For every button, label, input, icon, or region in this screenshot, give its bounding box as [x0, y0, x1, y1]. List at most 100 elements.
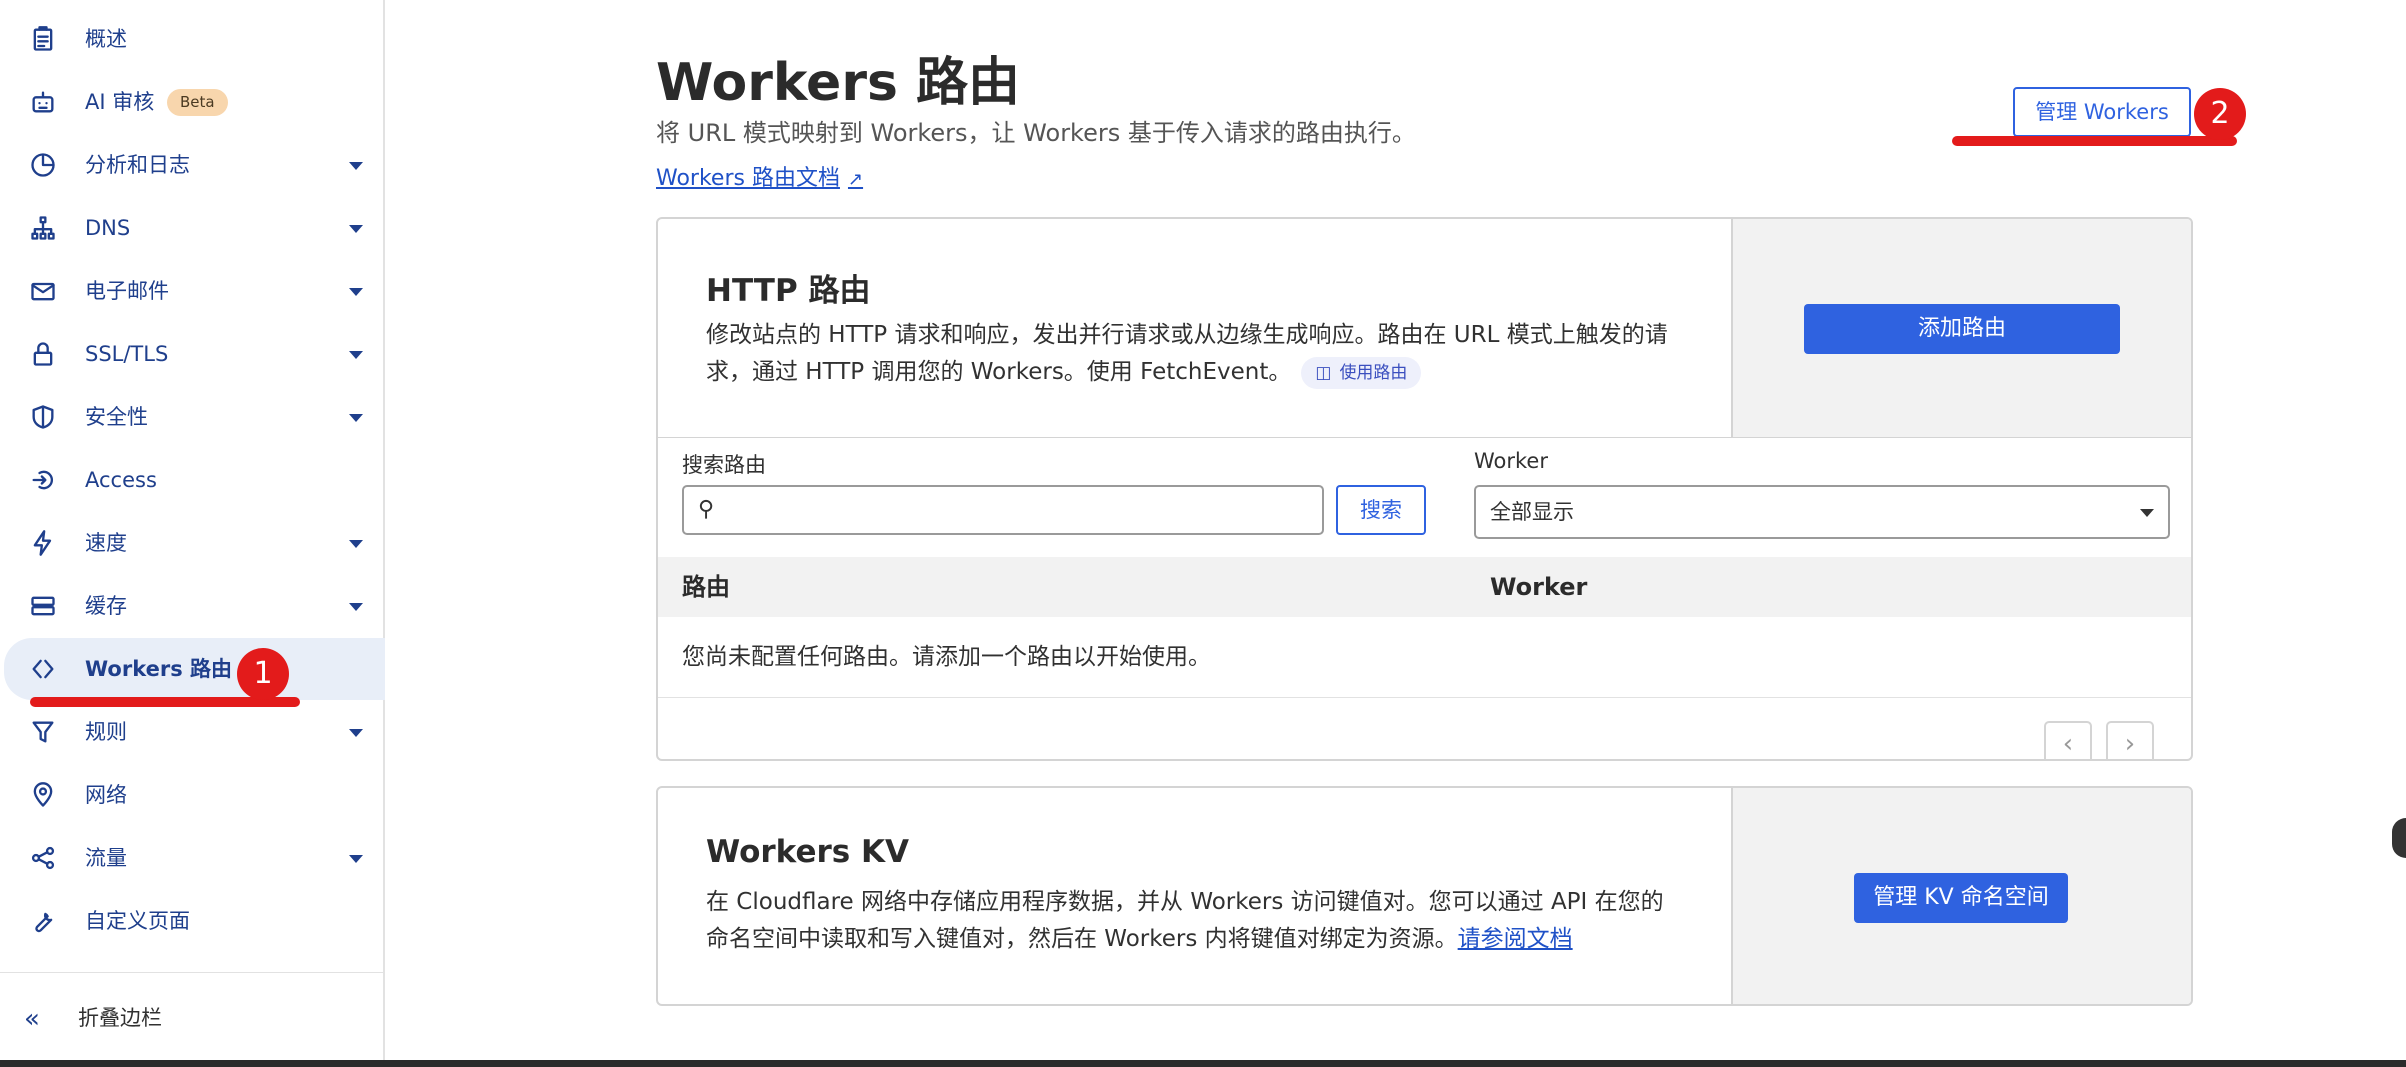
http-routes-action-panel: 添加路由	[1731, 219, 2191, 437]
external-link-icon: ↗	[847, 169, 864, 190]
table-divider	[658, 697, 2191, 698]
workers-kv-title: Workers KV	[706, 834, 910, 870]
sidebar-item-access[interactable]: Access	[0, 449, 385, 511]
add-route-button[interactable]: 添加路由	[1804, 304, 2120, 354]
http-routes-description: 修改站点的 HTTP 请求和响应，发出并行请求或从边缘生成响应。路由在 URL …	[706, 317, 1686, 391]
manage-workers-button[interactable]: 管理 Workers	[2013, 87, 2191, 137]
sidebar-item-label: DNS	[85, 216, 131, 240]
empty-routes-message: 您尚未配置任何路由。请添加一个路由以开始使用。	[682, 644, 1211, 670]
sidebar-item-overview[interactable]: 概述	[0, 8, 385, 70]
sidebar-item-ssl-tls[interactable]: SSL/TLS	[0, 323, 385, 385]
annotation-badge-1: 1	[237, 648, 289, 700]
see-docs-link[interactable]: 请参阅文档	[1458, 926, 1573, 952]
sidebar-item-email[interactable]: 电子邮件	[0, 260, 385, 322]
chevron-down-icon	[349, 225, 363, 233]
workers-kv-description: 在 Cloudflare 网络中存储应用程序数据，并从 Workers 访问键值…	[706, 884, 1686, 958]
routes-table-header: 路由 Worker	[658, 557, 2191, 617]
chevron-down-icon	[349, 414, 363, 422]
book-icon: ◫	[1315, 362, 1332, 383]
double-chevron-left-icon: «	[24, 1004, 40, 1034]
sidebar-item-network[interactable]: 网络	[0, 764, 385, 826]
sidebar-item-label: AI 审核	[85, 90, 155, 114]
pie-chart-icon	[28, 150, 58, 180]
lock-icon	[28, 339, 58, 369]
search-routes-label: 搜索路由	[682, 453, 766, 477]
sidebar: 概述 AI 审核 Beta 分析和日志 DNS 电子邮件 SSL/TLS 安全性…	[0, 0, 385, 1067]
chevron-down-icon	[2140, 509, 2154, 517]
sidebar-item-security[interactable]: 安全性	[0, 386, 385, 448]
page-description: 将 URL 模式映射到 Workers，让 Workers 基于传入请求的路由执…	[656, 119, 1416, 147]
sidebar-item-traffic[interactable]: 流量	[0, 827, 385, 889]
sidebar-item-label: 速度	[85, 531, 127, 555]
sidebar-item-ai-review[interactable]: AI 审核 Beta	[0, 71, 385, 133]
worker-filter-value: 全部显示	[1490, 500, 1574, 524]
page-title: Workers 路由	[656, 53, 1021, 113]
sidebar-item-label: 缓存	[85, 594, 127, 618]
search-icon: ⚲	[698, 497, 715, 522]
sidebar-item-rules[interactable]: 规则	[0, 701, 385, 763]
sidebar-item-speed[interactable]: 速度	[0, 512, 385, 574]
sidebar-item-label: 规则	[85, 720, 127, 744]
share-nodes-icon	[28, 843, 58, 873]
sidebar-item-label: Workers 路由	[85, 657, 233, 681]
workers-routes-docs-link[interactable]: Workers 路由文档 ↗	[656, 160, 863, 192]
robot-icon	[28, 87, 58, 117]
chevron-down-icon	[349, 729, 363, 737]
http-routes-title: HTTP 路由	[706, 273, 871, 309]
sidebar-divider	[0, 972, 385, 973]
sidebar-item-label: 网络	[85, 783, 127, 807]
chevron-down-icon	[349, 288, 363, 296]
funnel-icon	[28, 717, 58, 747]
feedback-tab[interactable]	[2392, 818, 2406, 858]
chevron-down-icon	[349, 351, 363, 359]
sidebar-item-analytics[interactable]: 分析和日志	[0, 134, 385, 196]
sidebar-item-custom-pages[interactable]: 自定义页面	[0, 890, 385, 952]
sidebar-item-label: 分析和日志	[85, 153, 190, 177]
routes-table-section: 搜索路由 ⚲ 搜索 Worker 全部显示 路由 Worker 您尚未配置任何路…	[658, 437, 2191, 759]
sidebar-item-label: 自定义页面	[85, 909, 190, 933]
shield-icon	[28, 402, 58, 432]
collapse-sidebar-label: 折叠边栏	[78, 1006, 162, 1030]
wrench-icon	[28, 906, 58, 936]
code-brackets-icon	[28, 654, 58, 684]
sidebar-item-workers-routes[interactable]: Workers 路由	[4, 638, 385, 700]
chevron-down-icon	[349, 855, 363, 863]
search-routes-input[interactable]: ⚲	[682, 485, 1324, 535]
sidebar-item-dns[interactable]: DNS	[0, 197, 385, 259]
mail-icon	[28, 276, 58, 306]
bottom-edge	[0, 1060, 2406, 1067]
sidebar-item-label: 概述	[85, 27, 127, 51]
collapse-sidebar-button[interactable]: « 折叠边栏	[0, 988, 385, 1048]
worker-filter-select[interactable]: 全部显示	[1474, 485, 2170, 539]
chevron-down-icon	[349, 162, 363, 170]
use-routes-pill-label: 使用路由	[1339, 362, 1408, 383]
http-routes-card: 添加路由 HTTP 路由 修改站点的 HTTP 请求和响应，发出并行请求或从边缘…	[656, 217, 2193, 761]
beta-badge: Beta	[167, 89, 228, 116]
lightning-icon	[28, 528, 58, 558]
search-button[interactable]: 搜索	[1336, 485, 1426, 535]
chevron-down-icon	[349, 540, 363, 548]
worker-filter-label: Worker	[1474, 449, 1548, 473]
sidebar-item-label: SSL/TLS	[85, 342, 169, 366]
sidebar-item-label: Access	[85, 468, 157, 492]
workers-kv-card: 管理 KV 命名空间 Workers KV 在 Cloudflare 网络中存储…	[656, 786, 2193, 1006]
annotation-underline-2	[1952, 136, 2237, 146]
sidebar-item-label: 电子邮件	[85, 279, 169, 303]
http-routes-description-text: 修改站点的 HTTP 请求和响应，发出并行请求或从边缘生成响应。路由在 URL …	[706, 322, 1668, 385]
sidebar-item-label: 安全性	[85, 405, 148, 429]
manage-kv-namespaces-button[interactable]: 管理 KV 命名空间	[1854, 873, 2068, 923]
location-pin-icon	[28, 780, 58, 810]
access-icon	[28, 465, 58, 495]
chevron-down-icon	[349, 603, 363, 611]
column-header-worker: Worker	[1490, 573, 1588, 601]
column-header-route: 路由	[682, 573, 730, 601]
next-page-button[interactable]: ›	[2106, 721, 2154, 759]
annotation-badge-2: 2	[2194, 88, 2246, 140]
storage-icon	[28, 591, 58, 621]
previous-page-button[interactable]: ‹	[2044, 721, 2092, 759]
use-routes-pill[interactable]: ◫ 使用路由	[1301, 356, 1422, 389]
doc-link-label: Workers 路由文档	[656, 166, 840, 191]
sidebar-item-caching[interactable]: 缓存	[0, 575, 385, 637]
clipboard-icon	[28, 24, 58, 54]
network-icon	[28, 213, 58, 243]
